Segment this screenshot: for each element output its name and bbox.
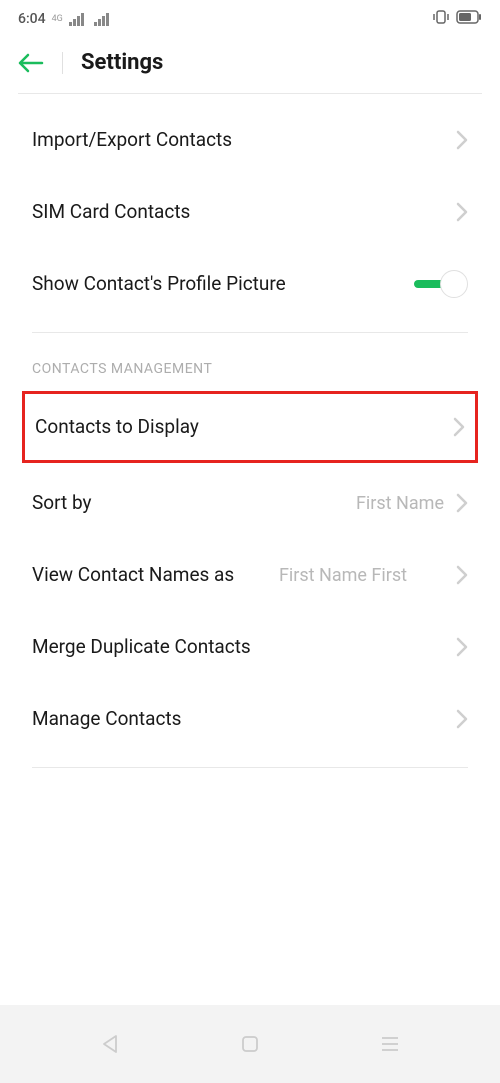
nav-recents-icon[interactable] bbox=[379, 1033, 401, 1055]
merge-duplicate-contacts[interactable]: Merge Duplicate Contacts bbox=[0, 611, 500, 683]
divider bbox=[32, 767, 468, 768]
sim-card-contacts[interactable]: SIM Card Contacts bbox=[0, 176, 500, 248]
nav-bar bbox=[0, 1005, 500, 1083]
import-export-contacts[interactable]: Import/Export Contacts bbox=[0, 104, 500, 176]
sort-by[interactable]: Sort by First Name bbox=[0, 467, 500, 539]
item-label: View Contact Names as bbox=[32, 562, 242, 588]
back-arrow-icon[interactable] bbox=[18, 53, 44, 73]
item-label: Import/Export Contacts bbox=[32, 127, 456, 153]
chevron-right-icon bbox=[456, 565, 468, 585]
view-contact-names-as[interactable]: View Contact Names as First Name First bbox=[0, 539, 500, 611]
toggle-switch[interactable] bbox=[414, 270, 468, 298]
status-bar: 6:04 4G bbox=[0, 0, 500, 38]
manage-contacts[interactable]: Manage Contacts bbox=[0, 683, 500, 755]
chevron-right-icon bbox=[456, 493, 468, 513]
contacts-to-display[interactable]: Contacts to Display bbox=[22, 391, 478, 463]
signal-icon bbox=[69, 13, 84, 26]
page-title: Settings bbox=[81, 50, 163, 75]
item-label: SIM Card Contacts bbox=[32, 199, 456, 225]
header-divider bbox=[62, 52, 63, 74]
item-label: Show Contact's Profile Picture bbox=[32, 271, 414, 297]
battery-icon bbox=[456, 10, 482, 28]
section-header-contacts-management: CONTACTS MANAGEMENT bbox=[0, 333, 500, 387]
chevron-right-icon bbox=[456, 637, 468, 657]
show-profile-picture[interactable]: Show Contact's Profile Picture bbox=[0, 248, 500, 320]
vibrate-icon bbox=[432, 10, 450, 28]
chevron-right-icon bbox=[456, 202, 468, 222]
status-time: 6:04 bbox=[18, 11, 46, 27]
chevron-right-icon bbox=[456, 130, 468, 150]
item-label: Sort by bbox=[32, 490, 356, 516]
nav-back-icon[interactable] bbox=[99, 1033, 121, 1055]
item-value: First Name First bbox=[279, 565, 407, 586]
signal-4g-icon: 4G bbox=[52, 14, 63, 24]
nav-home-icon[interactable] bbox=[239, 1033, 261, 1055]
chevron-right-icon bbox=[453, 417, 465, 437]
item-label: Contacts to Display bbox=[35, 414, 453, 440]
item-value: First Name bbox=[356, 493, 444, 514]
app-header: Settings bbox=[0, 38, 500, 93]
divider bbox=[18, 93, 482, 94]
signal-icon-2 bbox=[94, 13, 109, 26]
item-label: Manage Contacts bbox=[32, 706, 456, 732]
chevron-right-icon bbox=[456, 709, 468, 729]
item-label: Merge Duplicate Contacts bbox=[32, 634, 456, 660]
